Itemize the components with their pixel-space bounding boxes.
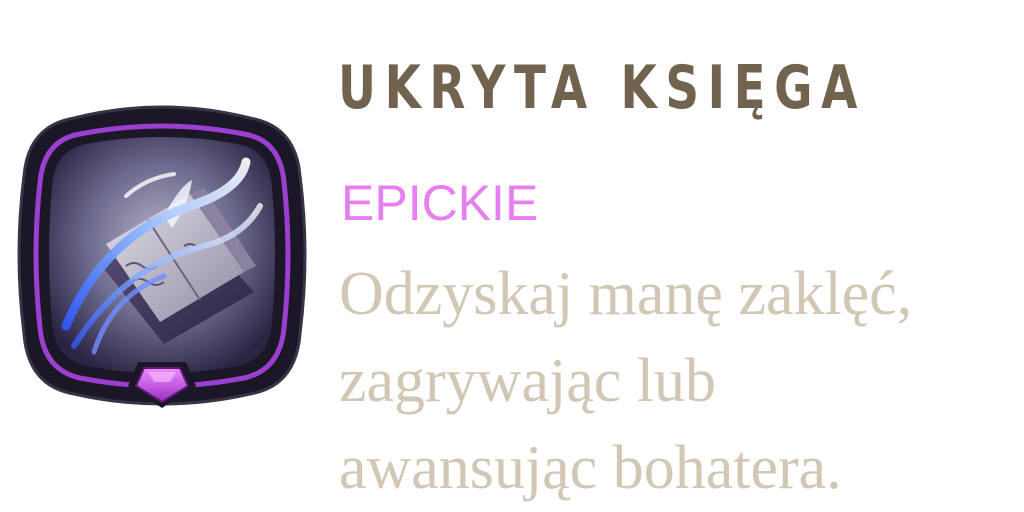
description-line: zagrywając lub [339, 347, 716, 415]
augment-title: UKRYTA KSIĘGA [338, 53, 866, 123]
augment-card: UKRYTA KSIĘGA EPICKIE Odzyskaj manę zakl… [0, 0, 1024, 512]
description-line: Odzyskaj manę zaklęć, [339, 260, 913, 328]
spellbook-icon [17, 105, 307, 408]
augment-description: Odzyskaj manę zaklęć, zagrywając lub awa… [339, 251, 1019, 512]
augment-icon-frame [14, 96, 310, 412]
description-line: awansując bohatera. [339, 434, 842, 502]
rarity-label: EPICKIE [341, 175, 539, 231]
